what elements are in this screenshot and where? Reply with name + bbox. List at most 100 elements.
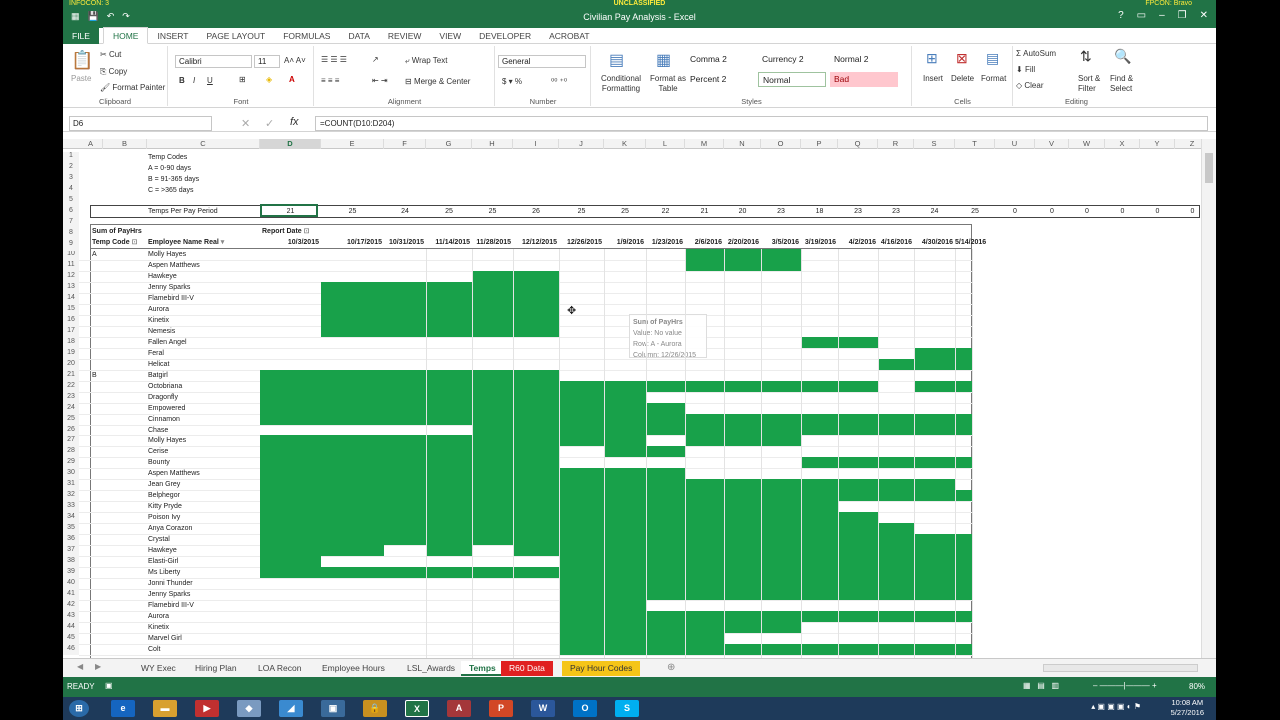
row-header[interactable]: 25 <box>63 413 79 425</box>
report-date-header[interactable]: 1/9/2016 <box>604 237 644 248</box>
temps-count-cell[interactable]: 20 <box>724 206 761 217</box>
explorer-icon[interactable]: ▬ <box>153 700 177 717</box>
outlook-icon[interactable]: O <box>573 700 597 717</box>
temps-count-cell[interactable]: 0 <box>1175 206 1201 217</box>
payhrs-fill[interactable] <box>955 490 972 502</box>
row-header[interactable]: 35 <box>63 523 79 535</box>
cut-button[interactable]: ✂ Cut <box>100 50 121 59</box>
sheet-tab-loa-recon[interactable]: LOA Recon <box>250 661 309 676</box>
employee-name-cell[interactable]: Kinetix <box>148 315 169 326</box>
indent-icon[interactable]: ⇤ ⇥ <box>372 76 388 85</box>
enter-icon[interactable]: ✓ <box>265 117 274 130</box>
column-header-i[interactable]: I <box>513 139 559 149</box>
start-button-icon[interactable]: ⊞ <box>69 700 89 717</box>
employee-name-cell[interactable]: Fallen Angel <box>148 337 187 348</box>
tab-acrobat[interactable]: ACROBAT <box>540 28 598 44</box>
row-header[interactable]: 17 <box>63 325 79 337</box>
row-header[interactable]: 38 <box>63 556 79 568</box>
report-date-header[interactable]: 1/23/2016 <box>646 237 683 248</box>
row-header[interactable]: 37 <box>63 545 79 557</box>
payhrs-fill[interactable] <box>321 325 559 337</box>
conditional-formatting-icon[interactable]: ▤ <box>609 50 624 70</box>
row-header[interactable]: 32 <box>63 490 79 502</box>
row-header[interactable]: 24 <box>63 402 79 414</box>
style-normal[interactable]: Normal <box>758 72 826 87</box>
sheet-prev-icon[interactable]: ◀ <box>77 662 83 671</box>
underline-icon[interactable]: U <box>207 76 213 85</box>
temps-count-cell[interactable]: 25 <box>321 206 384 217</box>
payhrs-fill[interactable] <box>260 391 646 403</box>
temps-count-cell[interactable]: 23 <box>761 206 801 217</box>
payhrs-fill[interactable] <box>801 567 972 579</box>
employee-name-field[interactable]: Employee Name Real ▾ <box>148 237 224 248</box>
employee-name-cell[interactable]: Molly Hayes <box>148 435 186 446</box>
employee-name-cell[interactable]: Jonni Thunder <box>148 578 193 589</box>
report-date-header[interactable]: 12/26/2015 <box>559 237 602 248</box>
row-header[interactable]: 16 <box>63 314 79 326</box>
cancel-icon[interactable]: ✕ <box>241 117 250 130</box>
bold-icon[interactable]: B <box>179 76 185 85</box>
payhrs-fill[interactable] <box>260 512 878 524</box>
temps-count-cell[interactable]: 23 <box>878 206 914 217</box>
column-header-x[interactable]: X <box>1105 139 1140 149</box>
column-header-v[interactable]: V <box>1035 139 1069 149</box>
accounting-icon[interactable]: $ ▾ % <box>502 77 522 86</box>
employee-name-cell[interactable]: Empowered <box>148 403 185 414</box>
row-header[interactable]: 4 <box>63 185 79 196</box>
payhrs-fill[interactable] <box>426 545 472 557</box>
employee-name-cell[interactable]: Cinnamon <box>148 414 180 425</box>
skype-icon[interactable]: S <box>615 700 639 717</box>
column-header-d[interactable]: D <box>260 139 321 149</box>
row-header[interactable]: 8 <box>63 229 79 240</box>
tab-insert[interactable]: INSERT <box>148 28 197 44</box>
access-icon[interactable]: A <box>447 700 471 717</box>
report-date-header[interactable]: 10/31/2015 <box>384 237 424 248</box>
report-date-header[interactable]: 10/17/2015 <box>321 237 382 248</box>
fill-button[interactable]: ⬇ Fill <box>1016 65 1035 74</box>
style-currency-2[interactable]: Currency 2 <box>758 52 826 67</box>
employee-name-cell[interactable]: Aspen Matthews <box>148 260 200 271</box>
tab-file[interactable]: FILE <box>63 27 99 44</box>
excel-icon[interactable]: X <box>405 700 429 717</box>
column-header-n[interactable]: N <box>724 139 761 149</box>
payhrs-fill[interactable] <box>260 369 559 381</box>
payhrs-fill[interactable] <box>513 545 972 557</box>
temps-count-cell[interactable]: 26 <box>513 206 559 217</box>
row-header[interactable]: 20 <box>63 358 79 370</box>
payhrs-fill[interactable] <box>559 578 972 590</box>
row-header[interactable]: 42 <box>63 600 79 611</box>
payhrs-fill[interactable] <box>260 435 646 447</box>
temps-count-cell[interactable]: 24 <box>384 206 426 217</box>
employee-name-cell[interactable]: Aspen Matthews <box>148 468 200 479</box>
employee-name-cell[interactable]: Poison Ivy <box>148 512 180 523</box>
employee-name-cell[interactable]: Molly Hayes <box>148 249 186 260</box>
payhrs-fill[interactable] <box>685 435 801 447</box>
macro-record-icon[interactable]: ▣ <box>105 681 113 690</box>
row-header[interactable]: 6 <box>63 207 79 218</box>
format-painter-button[interactable]: 🖌 Format Painter <box>100 83 165 92</box>
name-box[interactable]: D6 <box>69 116 212 131</box>
column-header-e[interactable]: E <box>321 139 384 149</box>
style-comma-2[interactable]: Comma 2 <box>686 52 754 67</box>
payhrs-fill[interactable] <box>559 621 801 633</box>
help-icon[interactable]: ? <box>1118 10 1124 21</box>
row-header[interactable]: 30 <box>63 468 79 480</box>
temps-count-cell[interactable]: 25 <box>472 206 513 217</box>
payhrs-fill[interactable] <box>559 643 972 655</box>
column-header-p[interactable]: P <box>801 139 838 149</box>
insert-cells-icon[interactable]: ⊞ <box>926 50 938 67</box>
formula-input[interactable]: =COUNT(D10:D204) <box>315 116 1208 131</box>
grow-font-icon[interactable]: A˄ A˅ <box>284 56 306 65</box>
employee-name-cell[interactable]: Aurora <box>148 304 169 315</box>
row-header[interactable]: 7 <box>63 218 79 229</box>
clock[interactable]: 10:08 AM 5/27/2016 <box>1171 698 1204 718</box>
column-header-m[interactable]: M <box>685 139 724 149</box>
payhrs-fill[interactable] <box>260 446 559 458</box>
payhrs-fill[interactable] <box>559 600 646 611</box>
row-header[interactable]: 28 <box>63 446 79 458</box>
close-icon[interactable]: ✕ <box>1200 10 1208 21</box>
tab-view[interactable]: VIEW <box>430 28 470 44</box>
column-header-b[interactable]: B <box>103 139 147 149</box>
row-header[interactable]: 39 <box>63 567 79 579</box>
row-header[interactable]: 34 <box>63 512 79 524</box>
